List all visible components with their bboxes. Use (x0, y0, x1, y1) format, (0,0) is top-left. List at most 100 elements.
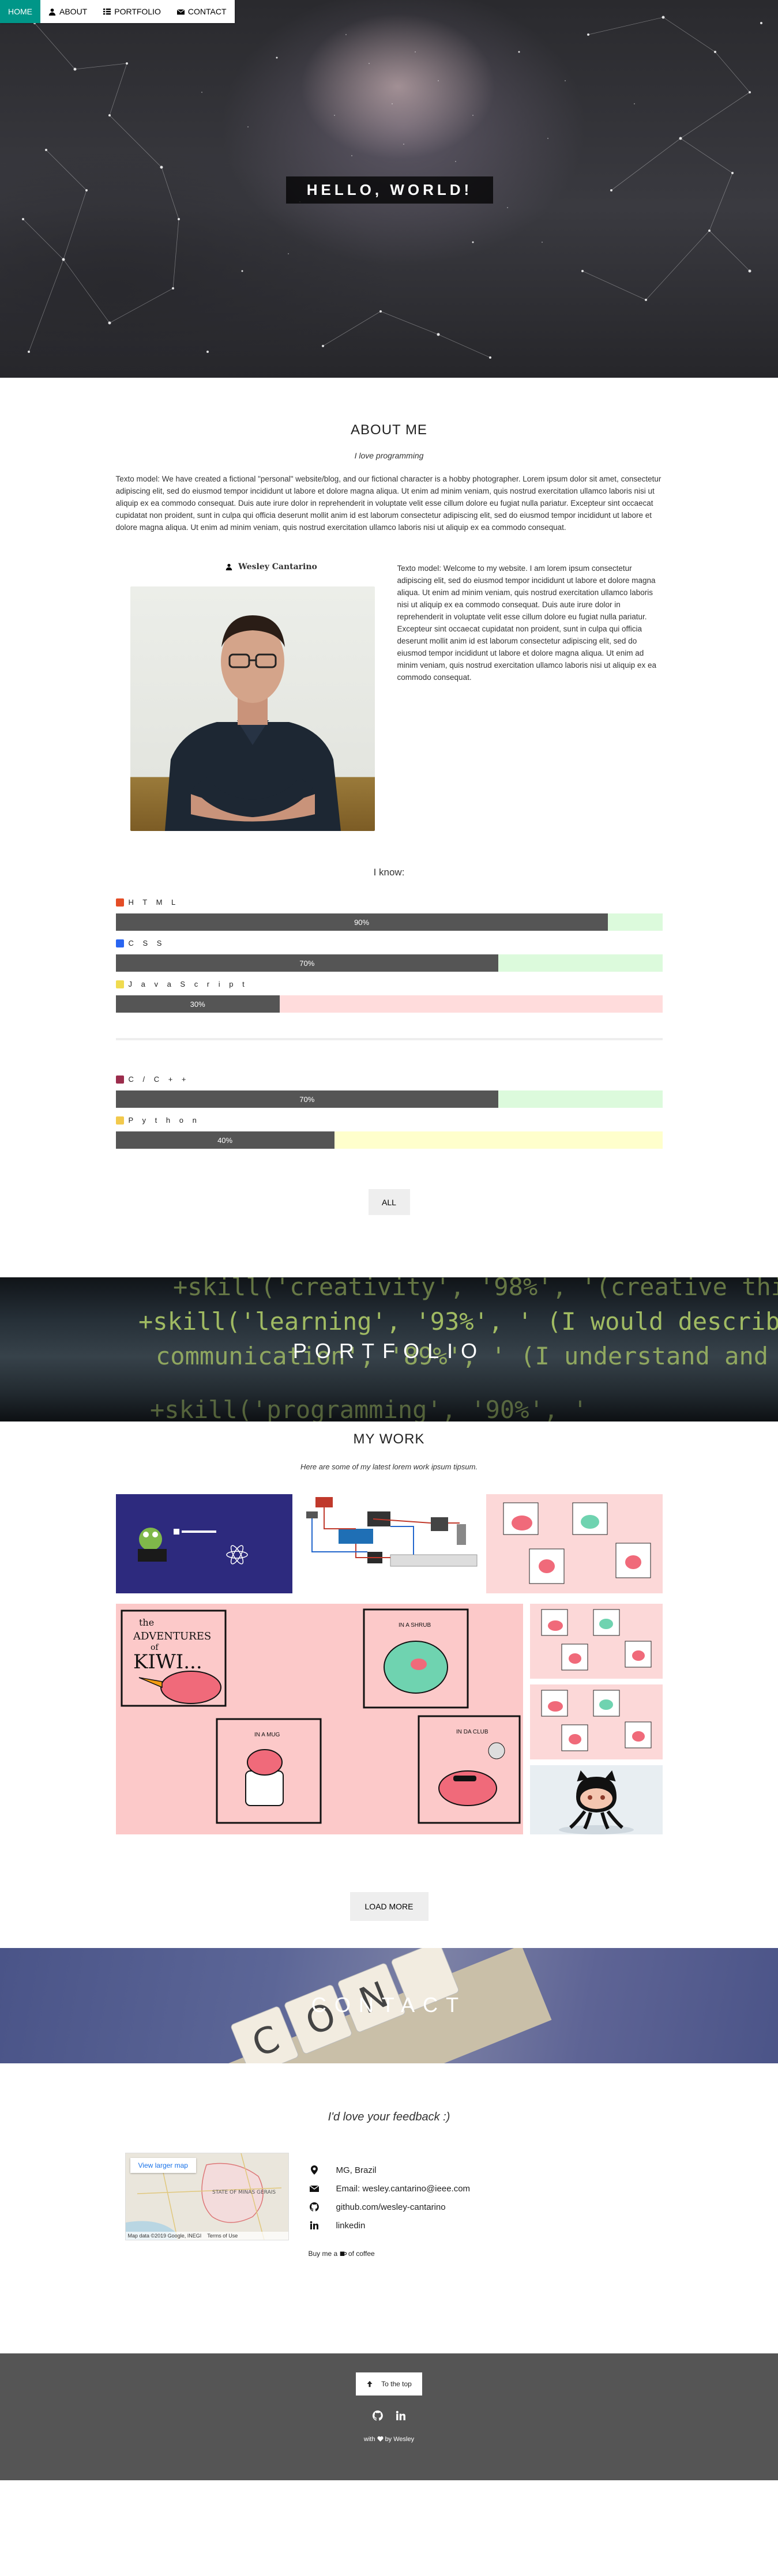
envelope-icon (176, 9, 185, 14)
skill-bar-fill: 40% (115, 1131, 334, 1149)
person-name: Wesley Cantarino (238, 562, 317, 571)
skill-name: C S S (128, 939, 166, 947)
person-name-row: Wesley Cantarino (151, 562, 393, 571)
portfolio-item-kiwi-small-2[interactable] (529, 1604, 663, 1679)
linkedin-icon[interactable] (396, 2410, 406, 2421)
javascript-icon (115, 980, 124, 988)
skills-group-web: H T M L 90% C S S 70% J a v a S c r i p t 30% (115, 898, 663, 1013)
skill-item: C S S 70% (115, 939, 663, 972)
portfolio-item-kiwi-small[interactable] (486, 1494, 663, 1593)
back-to-top-button[interactable]: To the top (356, 2372, 422, 2396)
nav-about[interactable]: ABOUT (40, 0, 95, 23)
skill-name: H T M L (128, 898, 179, 907)
skill-bar-fill: 70% (115, 954, 499, 972)
buy-coffee[interactable]: Buy me a of coffee (309, 2250, 663, 2258)
made-by-text: by Wesley (385, 2436, 415, 2443)
comic-panel-label: IN A SHRUB (399, 1622, 431, 1629)
skill-bar-fill: 90% (115, 913, 608, 931)
map-terms-link[interactable]: Terms of Use (207, 2233, 238, 2239)
nav-home-label: HOME (8, 7, 32, 16)
portfolio-item-github[interactable] (529, 1765, 663, 1834)
view-larger-map-link[interactable]: View larger map (130, 2158, 196, 2173)
portfolio-item-vscode[interactable] (115, 1494, 292, 1593)
nav-home[interactable]: HOME (0, 0, 40, 23)
load-more-button[interactable]: LOAD MORE (349, 1892, 429, 1921)
octocat-icon (558, 1770, 634, 1834)
top-navbar: HOME ABOUT PORTFOLIO CONTACT (0, 0, 235, 23)
portfolio-item-kiwi-comic[interactable]: the ADVENTURES of KIWI... IN A SHRUB IN … (115, 1604, 523, 1834)
portfolio-image: the ADVENTURES of KIWI... IN A SHRUB IN … (121, 1608, 520, 1824)
map-footer: Map data ©2019 Google, INEGI Terms of Us… (125, 2232, 288, 2240)
portfolio-image (541, 1609, 651, 1671)
comic-panel-label: IN DA CLUB (456, 1729, 488, 1735)
skill-bar-fill: 30% (115, 995, 280, 1013)
about-subtitle: I love programming (354, 451, 424, 460)
contact-github-text: github.com/wesley-cantarino (336, 2202, 446, 2212)
hero-title: HELLO, WORLD! (286, 176, 493, 204)
about-profile: Wesley Cantarino Texto model: Welcome to… (116, 562, 663, 831)
profile-card: Wesley Cantarino (116, 562, 393, 831)
profile-description: Texto model: Welcome to my website. I am… (397, 562, 663, 831)
contact-banner: C O N CONTACT (0, 1948, 778, 2063)
nav-portfolio-label: PORTFOLIO (114, 7, 161, 16)
person-illustration (164, 615, 341, 831)
code-decoration: +skill('creativity', '98%', '(creative t… (173, 1277, 778, 1301)
cpp-icon (115, 1075, 124, 1084)
profile-photo (130, 586, 375, 831)
skill-label: J a v a S c r i p t (115, 980, 663, 988)
skill-bar-track: 70% (115, 1090, 663, 1108)
portfolio-image (503, 1502, 651, 1584)
portfolio-item-kiwi-small-3[interactable] (529, 1684, 663, 1759)
user-icon (225, 563, 232, 570)
portfolio-banner-title: PORTFOLIO (292, 1339, 486, 1363)
heart-icon (377, 2436, 384, 2442)
skill-name: C / C + + (128, 1075, 190, 1084)
portfolio-section: MY WORK Here are some of my latest lorem… (115, 1421, 663, 1921)
css3-icon (115, 939, 124, 947)
embedded-map[interactable]: STATE OF MINAS GERAIS View larger map Ma… (125, 2153, 289, 2240)
skills-heading: I know: (373, 867, 405, 878)
portfolio-banner: +skill('creativity', '98%', '(creative t… (0, 1277, 778, 1421)
skill-item: J a v a S c r i p t 30% (115, 980, 663, 1013)
skill-item: P y t h o n 40% (115, 1116, 663, 1149)
page-footer: To the top with by Wesley (0, 2353, 778, 2480)
skill-bar-track: 70% (115, 954, 663, 972)
map-attribution: Map data ©2019 Google, INEGI (127, 2233, 202, 2239)
portfolio-gallery: the ADVENTURES of KIWI... IN A SHRUB IN … (115, 1494, 663, 1834)
contact-email[interactable]: Email: wesley.cantarino@ieee.com (309, 2179, 470, 2198)
github-icon[interactable] (372, 2410, 383, 2421)
comic-title-word: KIWI... (133, 1650, 202, 1674)
about-section: ABOUT ME I love programming Texto model:… (115, 378, 663, 1215)
contact-linkedin-text: linkedin (336, 2220, 366, 2231)
contact-github[interactable]: github.com/wesley-cantarino (309, 2198, 471, 2216)
all-skills-button[interactable]: ALL (368, 1189, 410, 1215)
skill-bar-track: 30% (115, 995, 663, 1013)
nav-contact[interactable]: CONTACT (169, 0, 235, 23)
made-with-love: with by Wesley (0, 2436, 778, 2443)
code-decoration: +skill('learning', '93%', ' (I would des… (138, 1307, 778, 1336)
comic-title-word: ADVENTURES (133, 1630, 211, 1642)
work-title: MY WORK (353, 1431, 425, 1447)
skill-label: H T M L (115, 898, 663, 907)
portfolio-image (306, 1497, 477, 1567)
skill-bar-track: 40% (115, 1131, 663, 1149)
coffee-suffix: of coffee (348, 2250, 375, 2258)
nav-about-label: ABOUT (59, 7, 88, 16)
contact-details: STATE OF MINAS GERAIS View larger map Ma… (125, 2153, 663, 2240)
map-marker-icon (310, 2165, 318, 2175)
contact-linkedin[interactable]: linkedin (310, 2216, 471, 2235)
about-title: ABOUT ME (351, 422, 427, 438)
made-with-text: with (363, 2436, 375, 2443)
skill-label: P y t h o n (115, 1116, 663, 1125)
portfolio-image (541, 1690, 651, 1751)
nav-portfolio[interactable]: PORTFOLIO (95, 0, 169, 23)
portfolio-item-circuit[interactable] (298, 1494, 480, 1593)
contact-section: I'd love your feedback :) STATE OF MINAS… (116, 2063, 663, 2258)
coffee-prefix: Buy me a (308, 2250, 338, 2258)
contact-subtitle: I'd love your feedback :) (328, 2111, 450, 2123)
html5-icon (115, 898, 124, 907)
about-intro-text: Texto model: We have created a fictional… (115, 475, 662, 532)
skill-bar-track: 90% (115, 913, 663, 931)
footer-social-icons (0, 2410, 778, 2421)
code-decoration: +skill('programming', '90%', ' (150, 1396, 588, 1421)
